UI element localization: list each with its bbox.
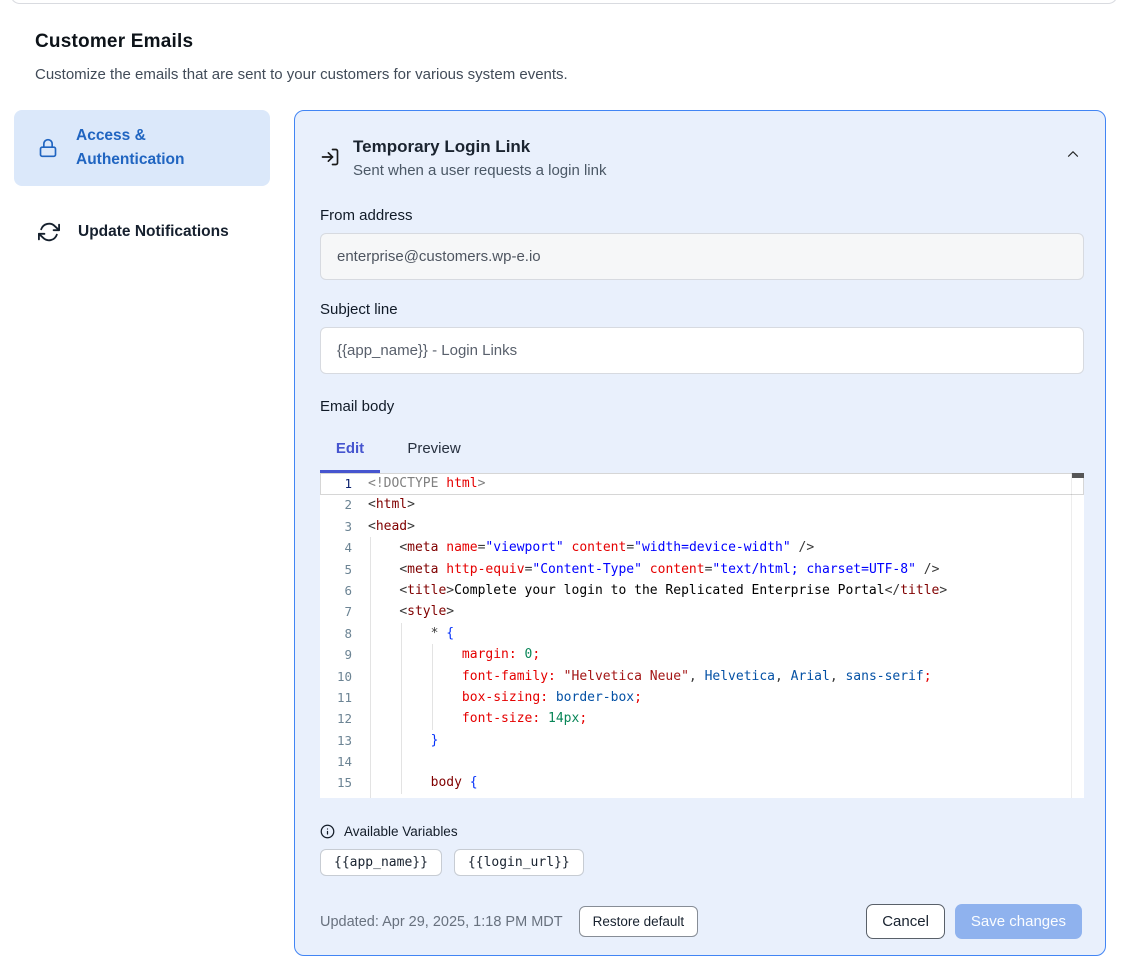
line-number: 3 xyxy=(320,516,368,537)
email-types-sidebar: Access & Authentication Update Notificat… xyxy=(14,110,270,258)
code-text: <head> xyxy=(368,516,1084,537)
code-text: font-size: 14px; xyxy=(368,708,1084,729)
code-line[interactable]: 16 background-color: #ffffff; xyxy=(320,794,1084,798)
line-number: 16 xyxy=(320,794,368,798)
code-line[interactable]: 10 font-family: "Helvetica Neue", Helvet… xyxy=(320,666,1084,687)
updated-timestamp: Updated: Apr 29, 2025, 1:18 PM MDT xyxy=(320,914,563,930)
info-icon xyxy=(320,824,335,839)
panel-title: Temporary Login Link xyxy=(353,135,606,159)
code-text: body { xyxy=(368,772,1084,793)
code-line[interactable]: 11 box-sizing: border-box; xyxy=(320,687,1084,708)
line-number: 14 xyxy=(320,751,368,772)
code-line[interactable]: 1<!DOCTYPE html> xyxy=(320,473,1084,494)
previous-card-bottom-edge xyxy=(10,0,1118,4)
sidebar-item-update-notifications[interactable]: Update Notifications xyxy=(14,206,270,258)
line-number: 2 xyxy=(320,494,368,515)
code-text: <html> xyxy=(368,494,1084,515)
variable-chips: {{app_name}} {{login_url}} xyxy=(320,849,1082,876)
code-line[interactable]: 2<html> xyxy=(320,494,1084,515)
code-line[interactable]: 14 xyxy=(320,751,1084,772)
line-number: 12 xyxy=(320,708,368,729)
code-line[interactable]: 8 * { xyxy=(320,623,1084,644)
subject-line-label: Subject line xyxy=(320,301,1082,318)
page-subtitle: Customize the emails that are sent to yo… xyxy=(35,66,935,83)
sidebar-item-label: Update Notifications xyxy=(78,220,229,244)
page-header: Customer Emails Customize the emails tha… xyxy=(35,31,935,83)
line-number: 9 xyxy=(320,644,368,665)
code-line[interactable]: 3<head> xyxy=(320,516,1084,537)
code-text: background-color: #ffffff; xyxy=(368,794,1084,798)
code-text: font-family: "Helvetica Neue", Helvetica… xyxy=(368,666,1084,687)
code-line[interactable]: 7 <style> xyxy=(320,601,1084,622)
email-body-label: Email body xyxy=(320,398,1082,415)
code-text: box-sizing: border-box; xyxy=(368,687,1084,708)
line-number: 13 xyxy=(320,730,368,751)
subject-line-input[interactable] xyxy=(320,327,1084,374)
variable-chip-app-name[interactable]: {{app_name}} xyxy=(320,849,442,876)
code-text: <style> xyxy=(368,601,1084,622)
sidebar-item-access-authentication[interactable]: Access & Authentication xyxy=(14,110,270,186)
panel-header: Temporary Login Link Sent when a user re… xyxy=(320,135,1082,183)
code-line[interactable]: 4 <meta name="viewport" content="width=d… xyxy=(320,537,1084,558)
refresh-icon xyxy=(38,221,60,243)
code-line[interactable]: 5 <meta http-equiv="Content-Type" conten… xyxy=(320,559,1084,580)
lock-icon xyxy=(38,138,58,158)
tab-preview[interactable]: Preview xyxy=(396,431,472,473)
save-changes-button[interactable]: Save changes xyxy=(955,904,1082,939)
code-text: } xyxy=(368,730,1084,751)
chevron-up-icon[interactable] xyxy=(1064,145,1082,163)
line-number: 6 xyxy=(320,580,368,601)
scrollbar-thumb[interactable] xyxy=(1072,473,1084,478)
code-text: <!DOCTYPE html> xyxy=(368,473,1084,494)
available-variables-row: Available Variables xyxy=(320,824,1082,839)
page-title: Customer Emails xyxy=(35,31,935,53)
code-text: <title>Complete your login to the Replic… xyxy=(368,580,1084,601)
sidebar-item-label: Access & Authentication xyxy=(76,124,254,172)
code-text xyxy=(368,751,1084,772)
code-line[interactable]: 9 margin: 0; xyxy=(320,644,1084,665)
line-number: 11 xyxy=(320,687,368,708)
restore-default-button[interactable]: Restore default xyxy=(579,906,699,937)
login-icon xyxy=(320,147,340,167)
temporary-login-link-panel: Temporary Login Link Sent when a user re… xyxy=(294,110,1106,956)
code-line[interactable]: 6 <title>Complete your login to the Repl… xyxy=(320,580,1084,601)
from-address-input[interactable] xyxy=(320,233,1084,280)
available-variables-label: Available Variables xyxy=(344,824,458,839)
email-body-tabs: Edit Preview xyxy=(320,431,1082,473)
from-address-label: From address xyxy=(320,207,1082,224)
panel-footer: Updated: Apr 29, 2025, 1:18 PM MDT Resto… xyxy=(320,904,1082,939)
email-body-code-editor[interactable]: 1<!DOCTYPE html>2<html>3<head>4 <meta na… xyxy=(320,473,1084,798)
code-text: <meta http-equiv="Content-Type" content=… xyxy=(368,559,1084,580)
code-text: margin: 0; xyxy=(368,644,1084,665)
line-number: 15 xyxy=(320,772,368,793)
variable-chip-login-url[interactable]: {{login_url}} xyxy=(454,849,584,876)
code-text: <meta name="viewport" content="width=dev… xyxy=(368,537,1084,558)
code-line[interactable]: 15 body { xyxy=(320,772,1084,793)
line-number: 4 xyxy=(320,537,368,558)
line-number: 1 xyxy=(320,473,368,494)
line-number: 5 xyxy=(320,559,368,580)
line-number: 10 xyxy=(320,666,368,687)
panel-subtitle: Sent when a user requests a login link xyxy=(353,159,606,183)
scrollbar-track-divider xyxy=(1071,473,1072,798)
tab-edit[interactable]: Edit xyxy=(320,431,380,473)
line-number: 7 xyxy=(320,601,368,622)
cancel-button[interactable]: Cancel xyxy=(866,904,945,939)
code-line[interactable]: 12 font-size: 14px; xyxy=(320,708,1084,729)
code-text: * { xyxy=(368,623,1084,644)
line-number: 8 xyxy=(320,623,368,644)
code-line[interactable]: 13 } xyxy=(320,730,1084,751)
